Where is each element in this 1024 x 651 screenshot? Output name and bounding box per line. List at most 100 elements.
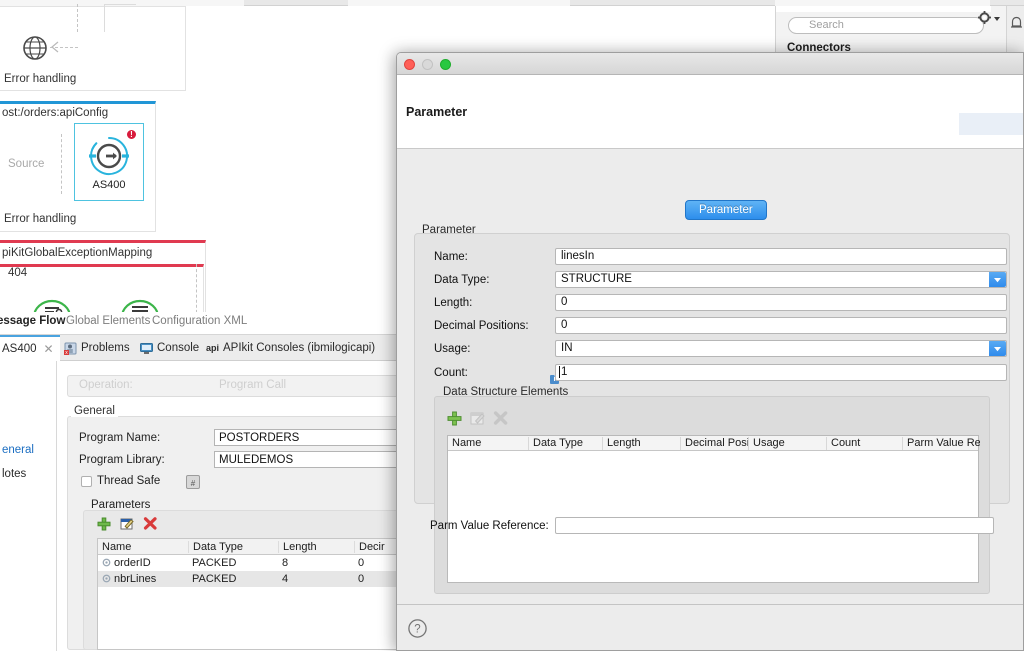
flow-connector-dash: [77, 4, 78, 32]
name-input[interactable]: linesIn: [555, 248, 1007, 265]
close-window-button[interactable]: [404, 59, 415, 70]
flow-title: ost:/orders:apiConfig: [2, 107, 109, 119]
problems-icon: x: [64, 342, 77, 355]
dialog-header: Parameter: [397, 75, 1023, 149]
chevron-down-icon[interactable]: [994, 16, 1001, 23]
program-name-label: Program Name:: [79, 432, 161, 444]
column-header-length[interactable]: Length: [602, 437, 680, 450]
tab-parameter[interactable]: Parameter: [685, 200, 767, 220]
data-type-select[interactable]: STRUCTURE: [555, 271, 1007, 288]
canvas-tab-message-flow[interactable]: essage Flow: [0, 315, 65, 327]
error-badge-icon: !: [126, 129, 137, 140]
header-highlight: [959, 113, 1023, 135]
svg-text:?: ?: [414, 624, 420, 636]
canvas-tab-configuration-xml[interactable]: Configuration XML: [152, 315, 247, 327]
column-header-data-type[interactable]: Data Type: [188, 541, 278, 553]
flow-divider: [196, 264, 197, 318]
minimize-window-button[interactable]: [422, 59, 433, 70]
view-tab-problems[interactable]: x Problems: [58, 335, 136, 361]
usage-label: Usage:: [434, 343, 471, 355]
view-tab-bar[interactable]: AS400 ✕ x Problems Console api APIkit Co…: [0, 335, 400, 361]
delete-parameter-button[interactable]: [143, 517, 157, 531]
left-nav-item-general[interactable]: eneral: [2, 444, 34, 456]
console-icon: [140, 342, 153, 354]
text-caret: [559, 366, 560, 378]
length-input[interactable]: 0: [555, 294, 1007, 311]
usage-select[interactable]: IN: [555, 340, 1007, 357]
row-data-type: PACKED: [192, 557, 237, 569]
table-row[interactable]: orderID PACKED 8 0: [98, 555, 400, 571]
column-header-data-type[interactable]: Data Type: [528, 437, 602, 450]
chevron-down-icon[interactable]: [989, 341, 1006, 356]
dialog-footer: ? Cancel Finish: [397, 604, 1023, 650]
error-handling-label-top: Error handling: [4, 73, 77, 85]
column-header-decimal-positions[interactable]: Decimal Positic: [680, 437, 748, 450]
column-header-name[interactable]: Name: [448, 437, 528, 450]
parameters-table[interactable]: Name Data Type Length Decir orderID PACK…: [97, 538, 401, 650]
globe-icon[interactable]: [21, 34, 49, 62]
program-name-field[interactable]: POSTORDERS: [214, 429, 414, 446]
source-divider: [61, 134, 62, 194]
bottom-view-stack: AS400 ✕ x Problems Console api APIkit Co…: [0, 334, 414, 651]
view-tab-label: APIkit Consoles (ibmilogicapi): [223, 342, 376, 354]
view-tab-as400[interactable]: AS400 ✕: [0, 335, 60, 361]
search-input[interactable]: Search: [788, 17, 984, 34]
edit-icon: [470, 412, 485, 424]
view-tab-console[interactable]: Console: [134, 335, 205, 361]
general-group-title: General: [71, 405, 118, 417]
column-header-length[interactable]: Length: [278, 541, 354, 553]
plus-icon[interactable]: [447, 411, 462, 426]
notification-bell-icon[interactable]: [1010, 16, 1023, 32]
column-header-parm-value-ref[interactable]: Parm Value Ref: [902, 437, 980, 450]
maximize-window-button[interactable]: [440, 59, 451, 70]
thread-safe-expression-button[interactable]: #: [186, 475, 200, 489]
column-header-count[interactable]: Count: [826, 437, 902, 450]
close-icon[interactable]: ✕: [44, 342, 54, 356]
dialog-titlebar[interactable]: [397, 53, 1023, 75]
program-library-field[interactable]: MULEDEMOS: [214, 451, 414, 468]
operation-label: Operation:: [79, 379, 133, 391]
parm-value-reference-label: Parm Value Reference:: [430, 520, 549, 532]
api-icon: api: [206, 343, 220, 353]
add-parameter-button[interactable]: [97, 517, 111, 531]
view-tab-label: Problems: [81, 342, 130, 354]
edit-parameter-button[interactable]: [120, 517, 134, 531]
row-decimal: 0: [358, 557, 365, 569]
canvas-tab-global-elements[interactable]: Global Elements: [66, 315, 150, 327]
decimal-positions-input[interactable]: 0: [555, 317, 1007, 334]
as400-node[interactable]: AS400 !: [74, 123, 144, 201]
column-header-decimal[interactable]: Decir: [354, 541, 402, 553]
data-structure-toolbar[interactable]: [447, 409, 508, 427]
count-input[interactable]: 1: [555, 364, 1007, 381]
canvas-tab-bar[interactable]: essage Flow Global Elements Configuratio…: [0, 312, 400, 334]
row-length: 8: [282, 557, 289, 569]
operation-value: Program Call: [219, 379, 287, 391]
flow-canvas[interactable]: Error handling ost:/orders:apiConfig Sou…: [0, 4, 400, 318]
gear-icon[interactable]: [978, 11, 991, 24]
data-structure-elements-panel: Name Data Type Length Decimal Positic Us…: [434, 396, 990, 594]
parameters-toolbar[interactable]: [97, 517, 157, 531]
help-icon[interactable]: ?: [408, 619, 427, 638]
delete-icon: [493, 410, 508, 425]
thread-safe-label: Thread Safe: [97, 475, 161, 487]
row-length: 4: [282, 573, 289, 585]
parm-value-reference-input[interactable]: [555, 517, 994, 534]
table-row[interactable]: nbrLines PACKED 4 0: [98, 571, 400, 587]
parameter-dialog[interactable]: Parameter Parameter Parameter Name: line…: [396, 52, 1024, 651]
parameter-icon: [102, 574, 111, 583]
data-structure-table-header: Name Data Type Length Decimal Positic Us…: [448, 436, 980, 451]
view-tab-apikit-consoles[interactable]: api APIkit Consoles (ibmilogicapi): [200, 335, 381, 361]
left-nav-item-notes[interactable]: lotes: [2, 468, 26, 480]
dialog-body: Parameter Parameter Name: linesIn Data T…: [397, 149, 1023, 604]
name-label: Name:: [434, 251, 468, 263]
flow-arrow-icon: [51, 41, 59, 53]
column-header-name[interactable]: Name: [98, 541, 188, 553]
view-tab-label: AS400: [2, 343, 37, 355]
program-library-label: Program Library:: [79, 454, 165, 466]
chevron-down-icon[interactable]: [989, 272, 1006, 287]
column-header-usage[interactable]: Usage: [748, 437, 826, 450]
parameter-icon: [102, 558, 111, 567]
thread-safe-checkbox[interactable]: [81, 476, 92, 487]
parameters-table-header: Name Data Type Length Decir: [98, 539, 400, 555]
properties-panel: Operation: Program Call General Program …: [56, 361, 414, 651]
